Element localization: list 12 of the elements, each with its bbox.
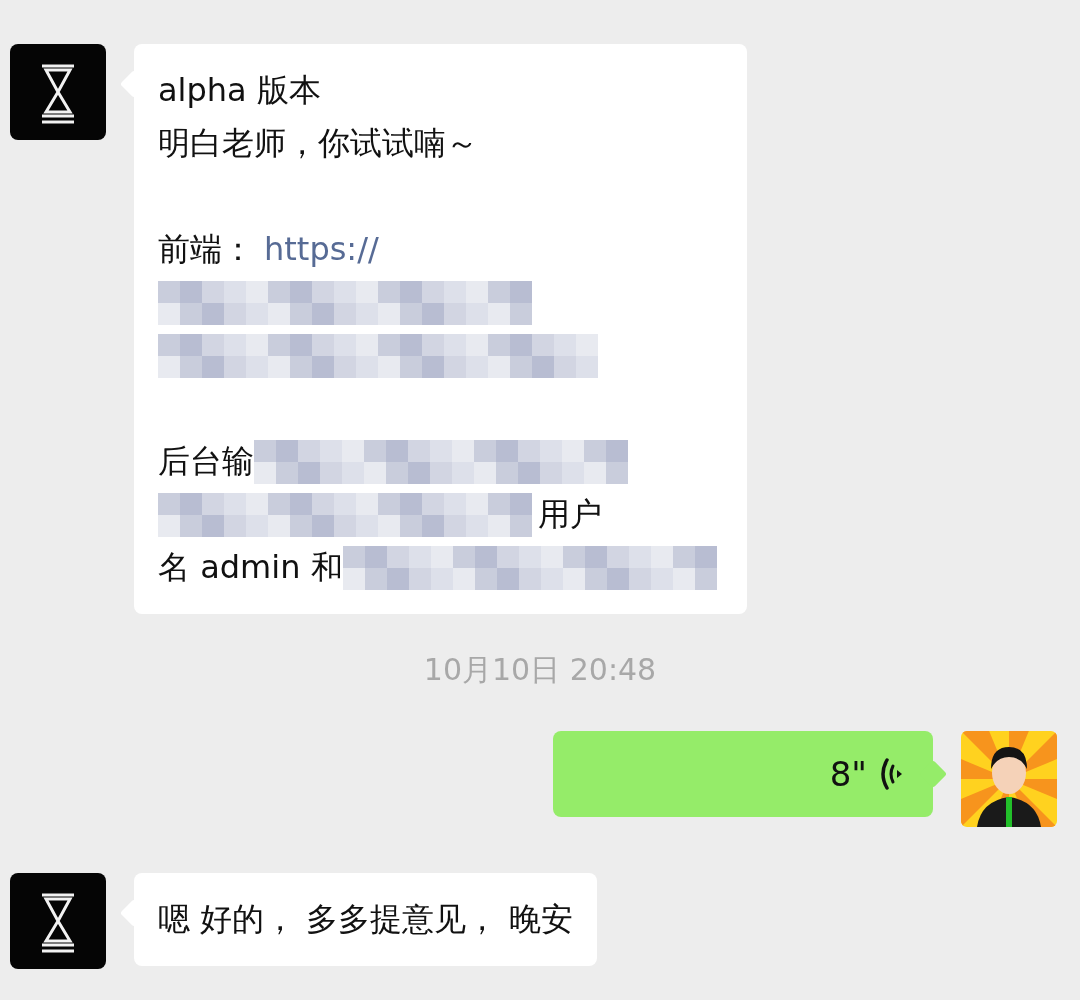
timestamp: 10月10日 20:48	[423, 651, 657, 689]
message-text: 嗯 好的， 多多提意见， 晚安	[158, 899, 573, 940]
message-text: 明白老师，你试试喃～	[158, 123, 478, 164]
message-text: 前端：	[158, 229, 254, 270]
message-text: alpha 版本	[158, 70, 321, 111]
message-text: 后台输	[158, 441, 254, 482]
message-text: 用户	[538, 494, 602, 535]
voice-wave-icon	[881, 757, 903, 791]
hourglass-avatar-icon	[10, 873, 106, 969]
message-text: 名 admin 和	[158, 547, 343, 588]
hourglass-avatar-icon	[10, 44, 106, 140]
url-link[interactable]: https://	[264, 223, 379, 276]
